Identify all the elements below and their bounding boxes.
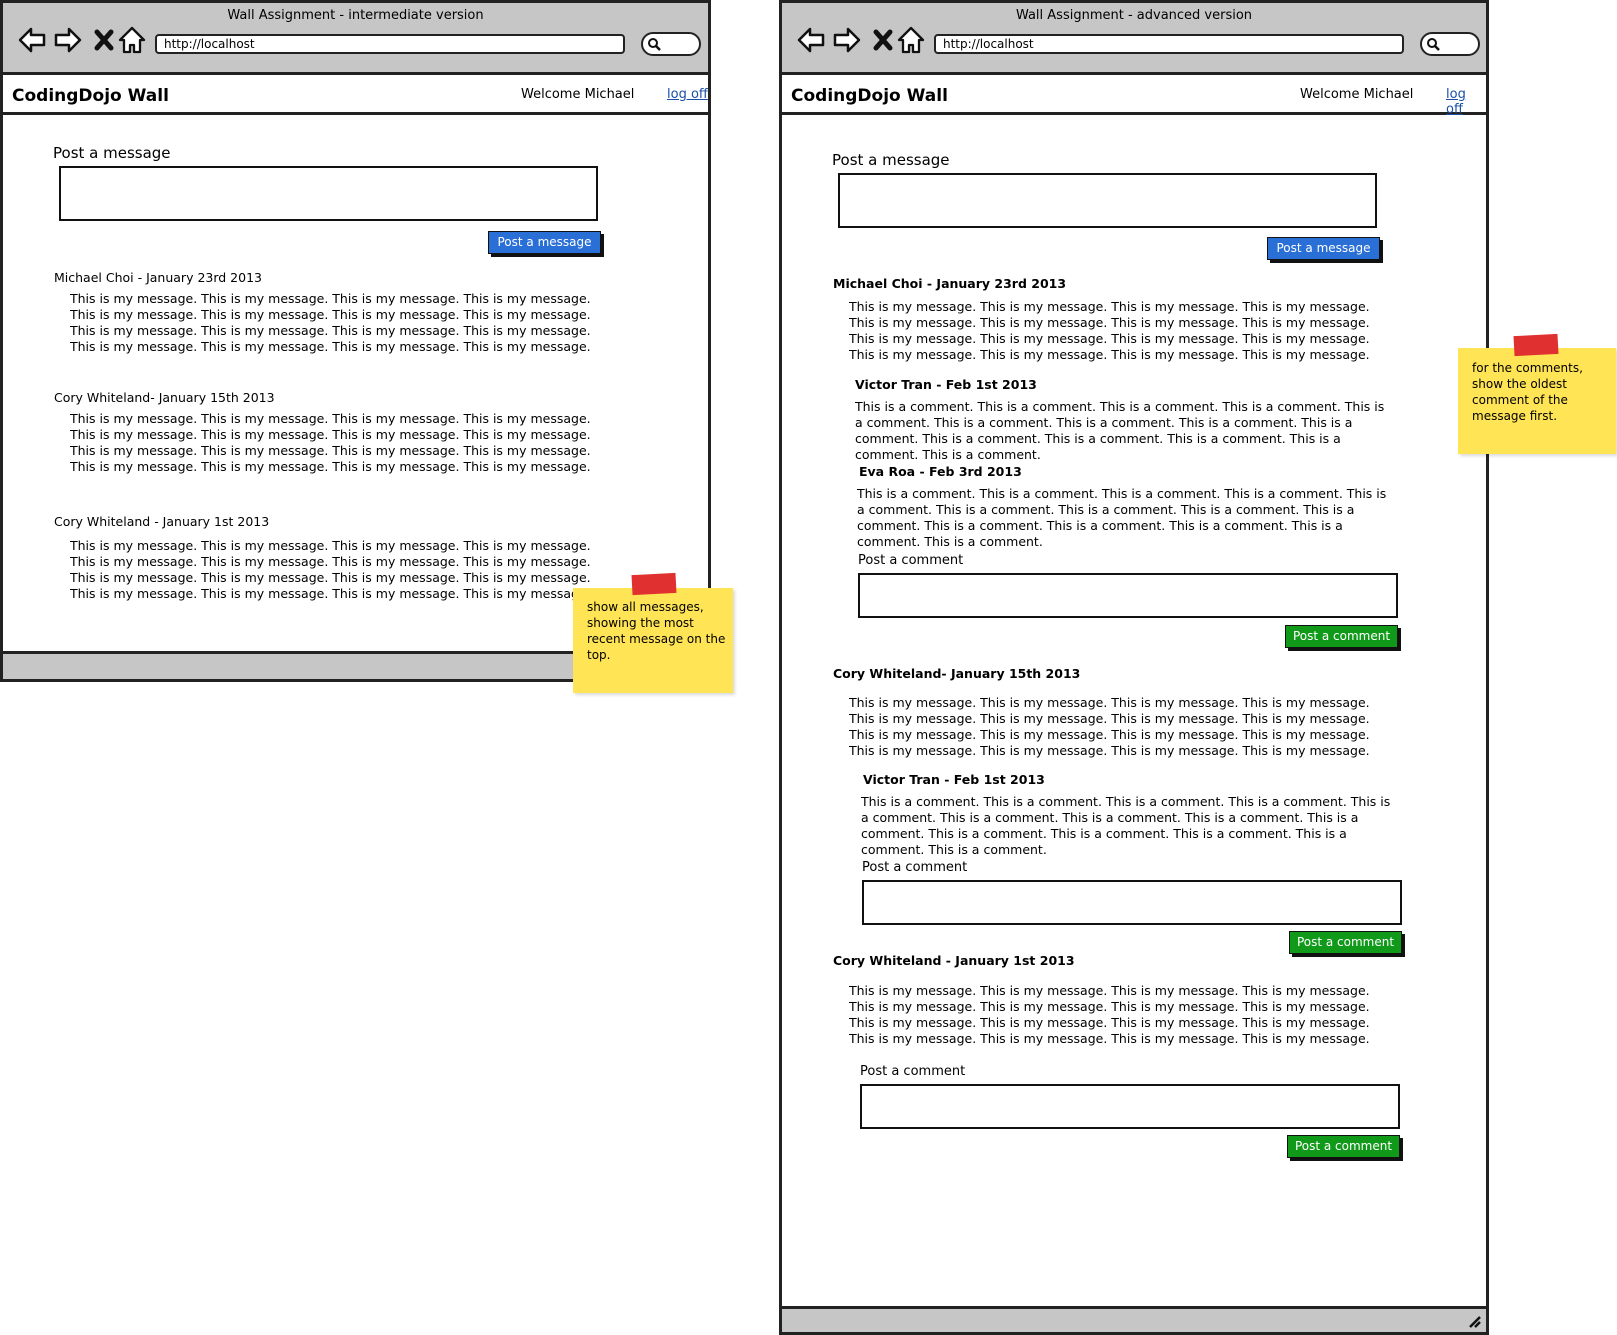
stop-icon[interactable] [89, 25, 119, 55]
welcome-text: Welcome Michael [1300, 87, 1414, 102]
logoff-link[interactable]: log off [1446, 87, 1486, 117]
post-comment-label: Post a comment [862, 860, 968, 875]
search-icon [648, 38, 661, 51]
home-icon[interactable] [896, 25, 926, 55]
comment-body: This is a comment. This is a comment. Th… [861, 794, 1391, 857]
message-header: Cory Whiteland - January 1st 2013 [833, 953, 1075, 968]
sticky-note: show all messages, showing the most rece… [573, 588, 733, 693]
app-title: CodingDojo Wall [791, 86, 948, 106]
window-title: Wall Assignment - intermediate version [227, 8, 484, 23]
logoff-link[interactable]: log off [667, 87, 708, 102]
right-browser-window: Wall Assignment - advanced version http:… [779, 0, 1489, 1335]
window-title: Wall Assignment - advanced version [1015, 8, 1253, 23]
back-arrow-icon[interactable] [17, 25, 47, 55]
app-title: CodingDojo Wall [12, 86, 169, 106]
forward-arrow-icon[interactable] [53, 25, 83, 55]
resize-grip-icon[interactable] [1466, 1313, 1482, 1329]
search-icon [1427, 38, 1440, 51]
back-arrow-icon[interactable] [796, 25, 826, 55]
comment-header: Victor Tran - Feb 1st 2013 [855, 377, 1037, 392]
comment-body: This is a comment. This is a comment. Th… [855, 399, 1385, 462]
message-header: Michael Choi - January 23rd 2013 [54, 270, 262, 285]
comment-header: Victor Tran - Feb 1st 2013 [863, 772, 1045, 787]
post-comment-label: Post a comment [860, 1064, 966, 1079]
post-comment-button[interactable]: Post a comment [1285, 625, 1398, 648]
comment-body: This is a comment. This is a comment. Th… [857, 486, 1387, 549]
forward-arrow-icon[interactable] [832, 25, 862, 55]
message-body: This is my message. This is my message. … [70, 411, 591, 474]
message-header: Cory Whiteland- January 15th 2013 [54, 390, 275, 405]
welcome-text: Welcome Michael [521, 87, 635, 102]
status-bar [782, 1306, 1486, 1332]
app-header: CodingDojo Wall Welcome Michael log off [3, 75, 708, 115]
sticky-tape [1513, 333, 1559, 357]
post-comment-button[interactable]: Post a comment [1287, 1135, 1400, 1158]
post-comment-label: Post a comment [858, 553, 964, 568]
browser-search-box[interactable] [1420, 32, 1480, 56]
message-header: Cory Whiteland - January 1st 2013 [54, 514, 270, 529]
browser-toolbar: Wall Assignment - advanced version http:… [782, 3, 1486, 75]
sticky-note: for the comments, show the oldest commen… [1458, 348, 1616, 454]
post-message-input[interactable] [838, 173, 1377, 228]
post-message-input[interactable] [59, 166, 598, 221]
app-header: CodingDojo Wall Welcome Michael log off [782, 75, 1486, 117]
message-header: Michael Choi - January 23rd 2013 [833, 276, 1067, 291]
post-message-label: Post a message [53, 144, 171, 162]
message-header: Cory Whiteland- January 15th 2013 [833, 666, 1081, 681]
browser-toolbar: Wall Assignment - intermediate version h… [3, 3, 708, 75]
address-bar[interactable]: http://localhost [155, 34, 625, 54]
stop-icon[interactable] [868, 25, 898, 55]
post-comment-input[interactable] [860, 1084, 1400, 1129]
message-body: This is my message. This is my message. … [70, 291, 591, 354]
sticky-tape [631, 572, 677, 596]
home-icon[interactable] [117, 25, 147, 55]
message-body: This is my message. This is my message. … [849, 983, 1370, 1046]
message-body: This is my message. This is my message. … [849, 695, 1370, 758]
address-bar[interactable]: http://localhost [934, 34, 1404, 54]
left-browser-window: Wall Assignment - intermediate version h… [0, 0, 711, 682]
sticky-note-text: for the comments, show the oldest commen… [1472, 361, 1583, 423]
message-body: This is my message. This is my message. … [70, 538, 591, 601]
comment-header: Eva Roa - Feb 3rd 2013 [859, 464, 1022, 479]
post-comment-button[interactable]: Post a comment [1289, 931, 1402, 954]
post-message-label: Post a message [832, 151, 950, 169]
post-comment-input[interactable] [862, 880, 1402, 925]
post-comment-input[interactable] [858, 573, 1398, 618]
post-message-button[interactable]: Post a message [488, 231, 601, 254]
message-body: This is my message. This is my message. … [849, 299, 1370, 362]
post-message-button[interactable]: Post a message [1267, 237, 1380, 260]
browser-search-box[interactable] [641, 32, 701, 56]
sticky-note-text: show all messages, showing the most rece… [587, 600, 726, 662]
